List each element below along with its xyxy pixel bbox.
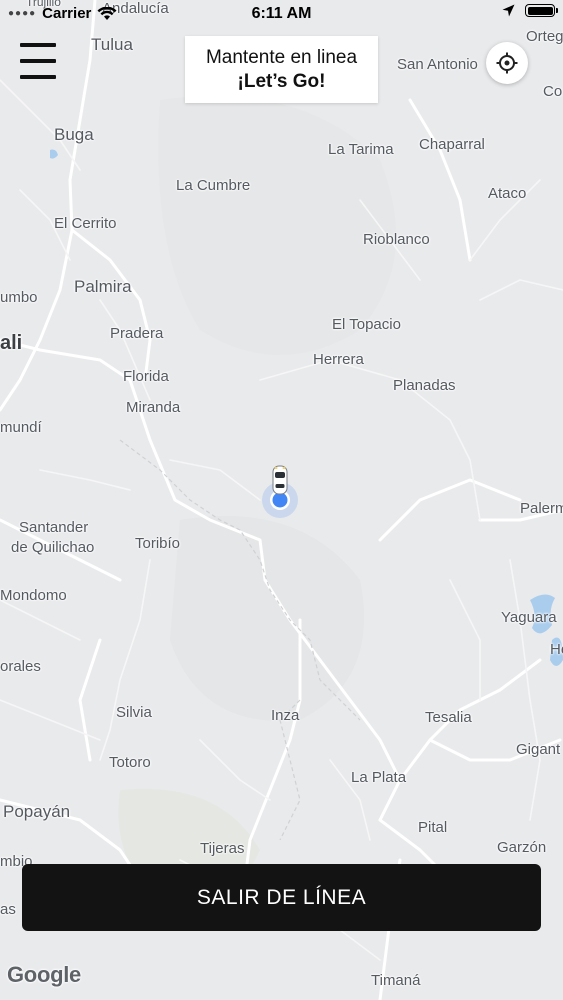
current-location-marker: [258, 460, 302, 520]
location-arrow-icon: [502, 4, 515, 17]
place-label: Herrera: [313, 351, 364, 368]
place-label: Pital: [418, 819, 448, 836]
place-label: Santander: [19, 519, 89, 536]
place-label: Buga: [54, 125, 94, 144]
place-label: mundí: [0, 419, 42, 436]
place-label: Tesalia: [425, 709, 472, 726]
battery-icon: [525, 4, 558, 17]
place-label: Toribío: [135, 535, 181, 552]
status-bar: ●●●● Carrier 6:11 AM: [0, 0, 563, 28]
banner-tagline: ¡Let’s Go!: [237, 70, 326, 92]
place-label: Tulua: [91, 35, 133, 54]
hamburger-bar: [20, 75, 56, 79]
place-label: de Quilichao: [11, 539, 95, 556]
place-label: El Topacio: [332, 316, 401, 333]
hamburger-icon: [20, 43, 56, 47]
online-status-banner: Mantente en linea ¡Let’s Go!: [185, 36, 378, 103]
place-label: Totoro: [109, 754, 151, 771]
google-logo[interactable]: Google: [7, 962, 81, 988]
place-label: Silvia: [116, 704, 152, 721]
place-label: La Plata: [351, 769, 407, 786]
place-label: Garzón: [497, 839, 547, 856]
place-label: El Cerrito: [54, 215, 117, 232]
place-label: umbo: [0, 289, 38, 306]
place-label: Timaná: [371, 972, 421, 989]
place-label: Popayán: [3, 802, 71, 821]
place-label: Yaguara: [501, 609, 557, 626]
place-label: Planadas: [393, 377, 456, 394]
place-label: Ortega: [526, 28, 563, 45]
place-label: San Antonio: [397, 56, 478, 73]
place-label: La Cumbre: [176, 177, 251, 194]
place-label: Pradera: [110, 325, 164, 342]
go-offline-button[interactable]: SALIR DE LÍNEA: [22, 864, 541, 931]
place-label: Ataco: [488, 185, 527, 202]
place-label: orales: [0, 658, 41, 675]
place-label: as: [0, 901, 16, 918]
place-label: Palmira: [74, 277, 132, 296]
place-label: Miranda: [126, 399, 181, 416]
place-label: Florida: [123, 368, 169, 385]
place-label: Rioblanco: [363, 231, 430, 248]
car-icon: [272, 465, 288, 495]
place-label: ali: [0, 332, 23, 354]
status-icons: [502, 4, 558, 17]
crosshair-icon: [496, 52, 518, 74]
hamburger-bar: [20, 59, 56, 63]
place-label: He: [550, 641, 563, 658]
place-label: La Tarima: [328, 141, 394, 158]
clock: 6:11 AM: [251, 5, 312, 22]
place-label: Gigant: [516, 741, 561, 758]
place-label: Mondomo: [0, 587, 67, 604]
place-label: Inza: [271, 707, 300, 724]
place-label: Tijeras: [200, 840, 245, 857]
menu-button[interactable]: [18, 40, 58, 82]
place-label: Co: [543, 83, 563, 100]
recenter-location-button[interactable]: [486, 42, 528, 84]
map-view[interactable]: Trujillo Andalucía Tulua San Antonio Ort…: [0, 0, 563, 1000]
place-label: Chaparral: [419, 136, 485, 153]
banner-message: Mantente en linea: [205, 46, 358, 68]
place-label: Palerm: [520, 500, 563, 517]
